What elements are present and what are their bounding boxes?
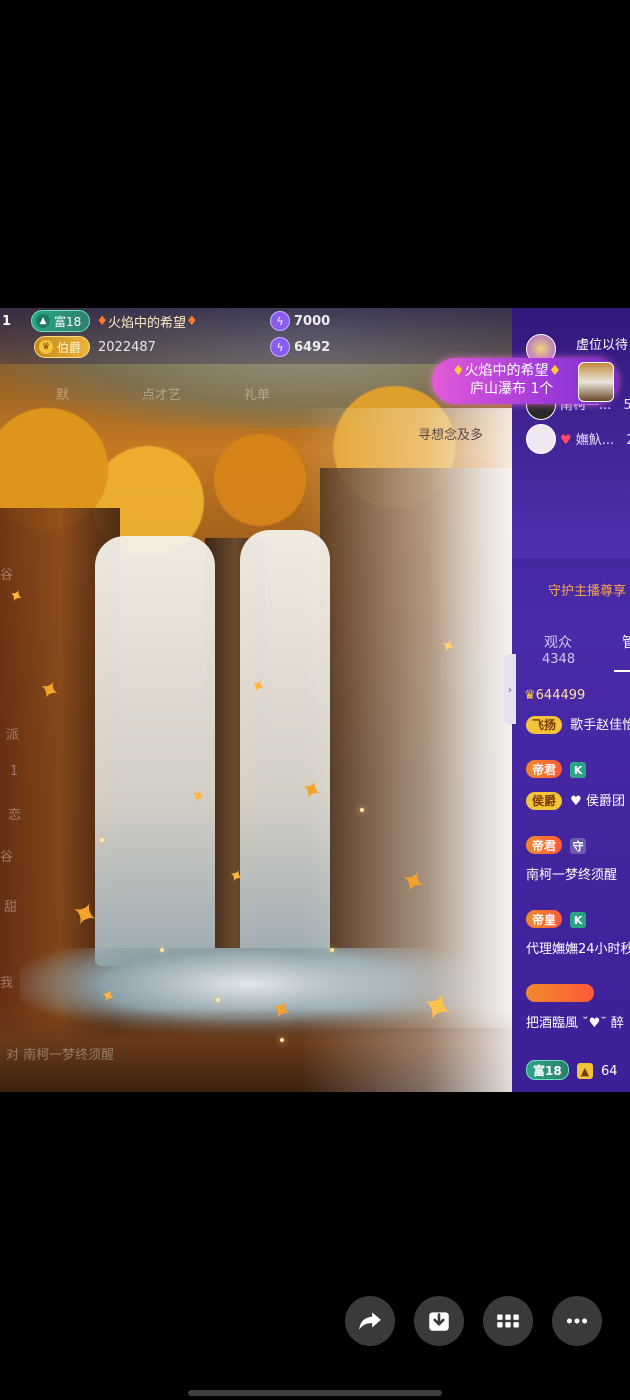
points-value: 6492 (294, 339, 331, 355)
lightning-icon: ϟ (270, 337, 290, 357)
level-badge: 飞扬 (526, 715, 563, 734)
wealth-badge-label: 富18 (54, 314, 82, 329)
seat-title: 虚位以待 (576, 338, 629, 353)
noble-badge-label: 伯爵 (57, 340, 82, 355)
share-arrow-icon (359, 1312, 381, 1330)
fire-icon: ♦ (452, 363, 465, 379)
tab-hint[interactable]: 默 (56, 384, 69, 403)
tab-audience[interactable]: 观众 (544, 632, 572, 652)
sparkle (160, 948, 164, 952)
level-badge: 帝君 (526, 836, 563, 854)
chat-text: 代理嫵嫵24小时秒 (526, 942, 630, 957)
chat-message[interactable]: 飞扬 歌手赵佳怡 (526, 714, 630, 734)
gift-thumbnail (578, 362, 614, 402)
side-chat-fragment: 甜 (4, 900, 18, 915)
fire-icon: ♦ (186, 313, 198, 329)
level-badge: 帝君 (526, 760, 563, 778)
sparkle (360, 808, 364, 812)
ranking-row-1[interactable]: 1 ▲ 富18 ♦ 火焰中的希望 ♦ (2, 308, 198, 334)
side-chat-fragment: 我 (0, 976, 14, 991)
tab-manage[interactable]: 管 (622, 632, 630, 652)
panel-tabs: 观众 4348 管 (512, 626, 630, 678)
audience-count: 4348 (542, 652, 576, 667)
panel-collapse-handle[interactable]: › (504, 654, 516, 724)
chat-message[interactable]: 帝皇 K (526, 910, 587, 928)
small-badge-icon: ▲ (576, 1063, 593, 1079)
more-button[interactable] (552, 1296, 602, 1346)
right-side-panel: 虚位以待 南柯一... 5 ♥ 嫵魞... 2 守护主播尊享 观众 4348 管… (512, 308, 630, 1092)
fire-icon: ♦ (548, 363, 562, 379)
download-button[interactable] (414, 1296, 464, 1346)
username: 火焰中的希望 (107, 315, 186, 331)
home-indicator[interactable] (188, 1390, 442, 1396)
avatar[interactable] (526, 424, 556, 454)
chat-message[interactable]: 帝君 守 (526, 836, 587, 854)
noble-tag: 侯爵 (526, 791, 563, 810)
crown-icon: ♛ (524, 688, 536, 703)
sparkle (216, 998, 220, 1002)
side-chat-fragment: 谷 (0, 568, 14, 583)
triangle-icon: ▲ (36, 314, 51, 328)
wealth-badge: 富18 (526, 1060, 569, 1080)
points-row-1: ϟ 7000 (270, 308, 330, 334)
noble-badge: ♛ 伯爵 (34, 336, 91, 358)
sparkle (330, 948, 334, 952)
white-fade-overlay (300, 408, 512, 1092)
k-badge-icon: K (570, 912, 587, 928)
tab-underline (614, 670, 630, 672)
chat-message[interactable]: 侯爵 ♥ 侯爵团 (526, 790, 625, 810)
live-stream-video[interactable]: ✦ ✦ ✦ ✦ ✦ ✦ ✦ ✦ ✦ ✦ ✦ ✦ 1 ▲ 富18 ♦ 火焰中的希望… (0, 308, 630, 1092)
points-row-2: ϟ 6492 (270, 334, 330, 360)
grid-icon (497, 1314, 519, 1328)
waterfall-left (95, 536, 215, 966)
fire-icon: ♦ (96, 313, 108, 329)
side-chat-fragment: 谷 (0, 850, 14, 865)
tab-hint[interactable]: 礼单 (244, 384, 270, 403)
lightning-icon: ϟ (270, 311, 290, 331)
gift-notification[interactable]: ♦火焰中的希望♦ 庐山瀑布 1个 (432, 358, 618, 404)
sparkle (100, 838, 104, 842)
side-chat-fragment: 派 (6, 728, 20, 743)
download-icon (429, 1312, 449, 1331)
rank-name[interactable]: ♥ 嫵魞... 2 (560, 429, 630, 448)
action-bar (345, 1296, 602, 1346)
wealth-badge: ▲ 富18 (31, 310, 91, 332)
side-chat-fragment: 恋 (8, 808, 22, 823)
rank-prefix: 1 (2, 313, 12, 329)
k-badge-icon: K (570, 762, 587, 778)
chat-overlay-text: 寻想念及多 (418, 428, 484, 443)
chat-text: 南柯一梦终须醒 (526, 868, 618, 883)
more-dots-icon (566, 1318, 588, 1324)
chevron-right-icon: › (507, 682, 513, 696)
side-chat-fragment: 对 南柯一梦终须醒 (6, 1048, 115, 1063)
crown-icon: ♛ (39, 340, 53, 354)
chat-message[interactable] (526, 984, 594, 1006)
apps-button[interactable] (483, 1296, 533, 1346)
chat-message[interactable]: 富18 ▲ 64 (526, 1060, 618, 1080)
chat-user-id: ♛644499 (524, 688, 586, 703)
chat-message[interactable]: 帝君 K (526, 760, 587, 778)
level-badge: 帝皇 (526, 910, 563, 928)
guard-badge-icon: 守 (570, 837, 587, 854)
share-button[interactable] (345, 1296, 395, 1346)
level-badge (526, 984, 594, 1002)
user-id: 2022487 (98, 339, 156, 355)
points-value: 7000 (294, 313, 331, 329)
sparkle (280, 1038, 284, 1042)
side-chat-fragment: 1 (10, 764, 19, 779)
guard-label[interactable]: 守护主播尊享 (548, 580, 626, 599)
ranking-row-2[interactable]: ♛ 伯爵 2022487 (34, 334, 156, 360)
chat-text: 把酒臨風 ˘♥˘ 醉 (526, 1016, 624, 1031)
heart-icon: ♥ (560, 433, 572, 448)
tab-hint[interactable]: 点才艺 (142, 384, 181, 403)
